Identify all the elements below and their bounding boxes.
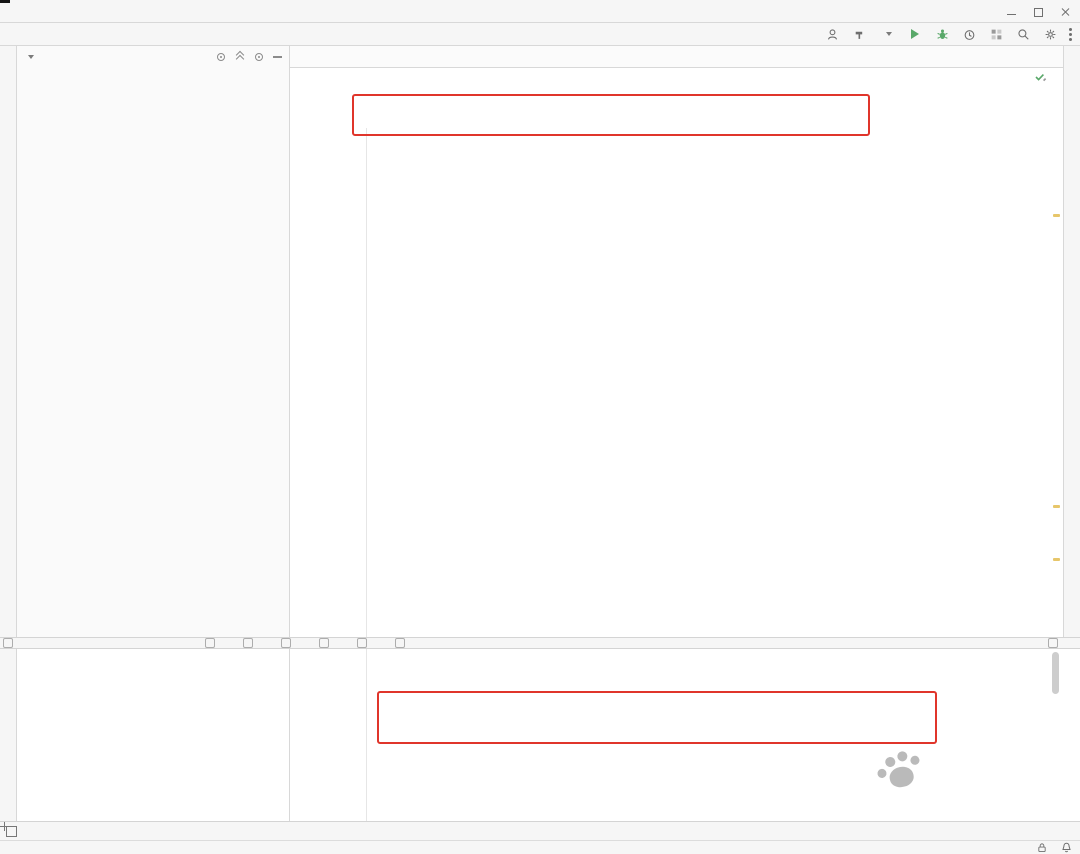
divider-strip bbox=[0, 637, 1080, 649]
left-tool-strip bbox=[0, 46, 17, 821]
play-icon bbox=[911, 29, 919, 39]
status-bar-widgets bbox=[981, 842, 1072, 853]
editor-pane-top bbox=[290, 46, 1063, 637]
chevron-down-icon bbox=[886, 32, 892, 36]
search-icon[interactable] bbox=[1015, 26, 1031, 42]
settings-gear-icon[interactable] bbox=[1042, 26, 1058, 42]
run-button[interactable] bbox=[907, 26, 923, 42]
project-panel-header[interactable] bbox=[17, 46, 289, 67]
debug-icon[interactable] bbox=[934, 26, 950, 42]
divider-icon bbox=[3, 638, 13, 648]
panel-settings-gear-icon[interactable] bbox=[254, 52, 264, 62]
navigation-bar bbox=[0, 23, 1080, 46]
main-toolbar bbox=[824, 26, 1080, 42]
hide-panel-icon[interactable] bbox=[273, 52, 283, 62]
code-editor-bottom[interactable] bbox=[290, 649, 1080, 821]
minimize-icon[interactable] bbox=[1007, 7, 1016, 16]
divider-icon bbox=[205, 638, 215, 648]
editor-pane-bottom bbox=[290, 649, 1080, 821]
editor-tabs bbox=[290, 46, 1063, 68]
inspections-check-icon bbox=[1035, 74, 1047, 82]
coverage-icon[interactable] bbox=[988, 26, 1004, 42]
divider-icon bbox=[243, 638, 253, 648]
indent-guide bbox=[366, 128, 367, 637]
tool-window-switcher-icon[interactable] bbox=[6, 825, 17, 837]
run-configuration-select[interactable] bbox=[878, 31, 896, 37]
right-tool-strip bbox=[1063, 46, 1080, 637]
divider-icon bbox=[319, 638, 329, 648]
divider-icon bbox=[357, 638, 367, 648]
resolution-badge bbox=[0, 0, 10, 3]
project-panel-actions bbox=[216, 52, 283, 62]
window-controls bbox=[1007, 0, 1070, 22]
project-panel bbox=[17, 46, 290, 637]
watermark-paw-logo bbox=[874, 748, 928, 801]
divider-icon bbox=[281, 638, 291, 648]
project-panel-empty-area bbox=[17, 649, 290, 821]
close-icon[interactable] bbox=[1061, 7, 1070, 16]
error-stripe-mark bbox=[1053, 505, 1060, 508]
watermark bbox=[876, 750, 934, 796]
error-stripe-mark bbox=[1053, 214, 1060, 217]
reader-mode-widget[interactable] bbox=[1028, 71, 1047, 83]
title-bar bbox=[0, 0, 1080, 23]
lock-icon[interactable] bbox=[1037, 842, 1047, 853]
code-editor-top[interactable] bbox=[290, 68, 1063, 637]
chevron-down-icon bbox=[28, 54, 34, 59]
collapse-all-icon[interactable] bbox=[235, 52, 245, 62]
user-icon[interactable] bbox=[824, 26, 840, 42]
status-bar bbox=[0, 840, 1080, 854]
scrollbar-thumb[interactable] bbox=[1052, 652, 1059, 694]
profiler-icon[interactable] bbox=[961, 26, 977, 42]
build-hammer-icon[interactable] bbox=[851, 26, 867, 42]
divider-icon bbox=[1048, 638, 1058, 648]
tool-window-bar bbox=[0, 821, 1080, 840]
locate-file-icon[interactable] bbox=[216, 52, 226, 62]
indent-guide bbox=[366, 649, 367, 821]
divider-icon bbox=[395, 638, 405, 648]
maximize-icon[interactable] bbox=[1034, 7, 1043, 17]
error-stripe-mark bbox=[1053, 558, 1060, 561]
more-options-icon[interactable] bbox=[1069, 26, 1072, 42]
notifications-bell-icon[interactable] bbox=[1061, 842, 1072, 853]
